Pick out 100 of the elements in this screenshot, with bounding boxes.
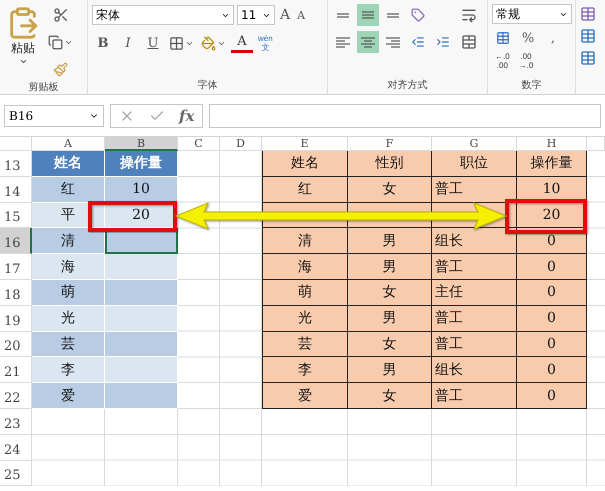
caret-icon	[18, 57, 28, 66]
font-family-select[interactable]: 宋体	[92, 5, 234, 25]
paint-bucket-icon	[201, 36, 216, 50]
table-cell: 萌	[262, 280, 348, 306]
header-cell: 性别	[348, 151, 432, 177]
column-header[interactable]: B	[105, 137, 178, 151]
column-header[interactable]: F	[348, 137, 432, 151]
row-header[interactable]: 25	[0, 460, 32, 486]
table-cell: 李	[32, 357, 105, 384]
table-cell: 清	[32, 228, 105, 254]
group-label: 剪贴板	[28, 80, 58, 95]
table-cell: 女	[348, 383, 432, 409]
table-cell: 萌	[32, 280, 105, 306]
table-cell: 0	[517, 357, 587, 384]
percent-button[interactable]: %	[517, 27, 539, 49]
wrap-text-icon	[461, 7, 477, 23]
align-middle-icon	[362, 11, 374, 19]
table-cell: 爱	[262, 383, 348, 409]
align-center-icon	[361, 36, 375, 48]
decimal-button[interactable]: ←.0 .00	[492, 52, 513, 70]
tag-icon	[411, 8, 425, 22]
number-format-value: 常规	[496, 6, 520, 22]
table-cell: 男	[348, 254, 432, 280]
table-cell: 海	[262, 254, 348, 280]
italic-button[interactable]: I	[117, 32, 139, 54]
decimal-button[interactable]: .00 →.0	[516, 52, 536, 70]
align-left-icon	[336, 36, 350, 48]
align-right-icon	[386, 36, 400, 48]
table-cell: 芸	[262, 332, 348, 358]
table-cell: 男	[348, 357, 432, 384]
indent-icon	[411, 35, 425, 49]
scissors-icon	[52, 7, 68, 23]
table-cell: 10	[105, 176, 178, 203]
table-cell: 光	[262, 306, 348, 332]
merge-cells-icon	[461, 34, 477, 50]
table-cell: 男	[348, 306, 432, 332]
table-cell: 普工	[432, 176, 517, 203]
align-button[interactable]	[357, 31, 379, 53]
paintbrush-icon	[53, 62, 68, 76]
table-cell: 清	[262, 228, 348, 254]
table-cell: 女	[348, 280, 432, 306]
table-cell: 0	[517, 306, 587, 332]
comma-button[interactable]: ,	[542, 27, 564, 49]
row-header[interactable]: 20	[0, 332, 32, 358]
table-cell: 普工	[432, 254, 517, 280]
row-header[interactable]: 16	[0, 228, 32, 254]
table-cell: 0	[517, 254, 587, 280]
borders-icon	[169, 36, 184, 50]
number-format-select[interactable]: 常规	[492, 4, 572, 24]
paste-button[interactable]: 粘贴	[4, 4, 42, 80]
table-cell: 女	[348, 176, 432, 203]
copy-icon	[48, 34, 63, 50]
bold-button[interactable]: B	[92, 32, 114, 54]
phonetic-button[interactable]: wén 文	[256, 34, 275, 52]
grow-font-button[interactable]: A	[278, 4, 292, 26]
align-button[interactable]	[357, 4, 379, 26]
currency-icon	[496, 31, 510, 45]
column-header[interactable]: C	[178, 137, 220, 151]
table-cell: 组长	[432, 228, 517, 254]
row-header[interactable]: 15	[0, 202, 32, 228]
column-header[interactable]: A	[32, 137, 105, 151]
table-cell: 0	[517, 280, 587, 306]
table-cell: 红	[262, 176, 348, 203]
align-bottom-icon	[387, 12, 399, 18]
table-cell: 普工	[432, 332, 517, 358]
table-cell: 普工	[432, 306, 517, 332]
font-color-button[interactable]: A	[231, 33, 253, 53]
header-cell: 操作量	[105, 151, 178, 177]
align-top-icon	[337, 12, 349, 18]
group-label: 数字	[522, 78, 542, 93]
table-icon[interactable]	[580, 50, 596, 66]
table-cell: 爱	[32, 383, 105, 409]
table-cell: 光	[32, 306, 105, 332]
header-cell: 姓名	[32, 151, 105, 177]
table-cell: 海	[32, 254, 105, 280]
table-cell: 主任	[432, 280, 517, 306]
table-cell: 芸	[32, 332, 105, 358]
table-cell: 0	[517, 332, 587, 358]
group-label: 对齐方式	[388, 78, 428, 93]
table-cell: 0	[517, 383, 587, 409]
column-header[interactable]: H	[517, 137, 587, 151]
name-box-value: B16	[9, 108, 34, 122]
shrink-font-button[interactable]: A	[295, 4, 308, 26]
indent-icon	[436, 35, 450, 49]
font-size-value: 11	[241, 8, 256, 22]
table-icon[interactable]	[580, 6, 596, 22]
formula-input[interactable]	[209, 104, 601, 128]
underline-button[interactable]: U	[142, 32, 164, 54]
column-header[interactable]: E	[262, 137, 348, 151]
table-cell: 红	[32, 176, 105, 203]
table-cell: 普工	[432, 383, 517, 409]
column-header[interactable]: D	[220, 137, 262, 151]
font-size-select[interactable]: 11	[237, 5, 275, 25]
header-cell: 姓名	[262, 151, 348, 177]
name-box[interactable]: B16	[4, 104, 104, 126]
table-cell: 李	[262, 357, 348, 384]
table-icon[interactable]	[580, 28, 596, 44]
insert-function-button[interactable]: fx	[179, 106, 194, 124]
column-header[interactable]: G	[432, 137, 517, 151]
group-label: 字体	[198, 78, 218, 93]
